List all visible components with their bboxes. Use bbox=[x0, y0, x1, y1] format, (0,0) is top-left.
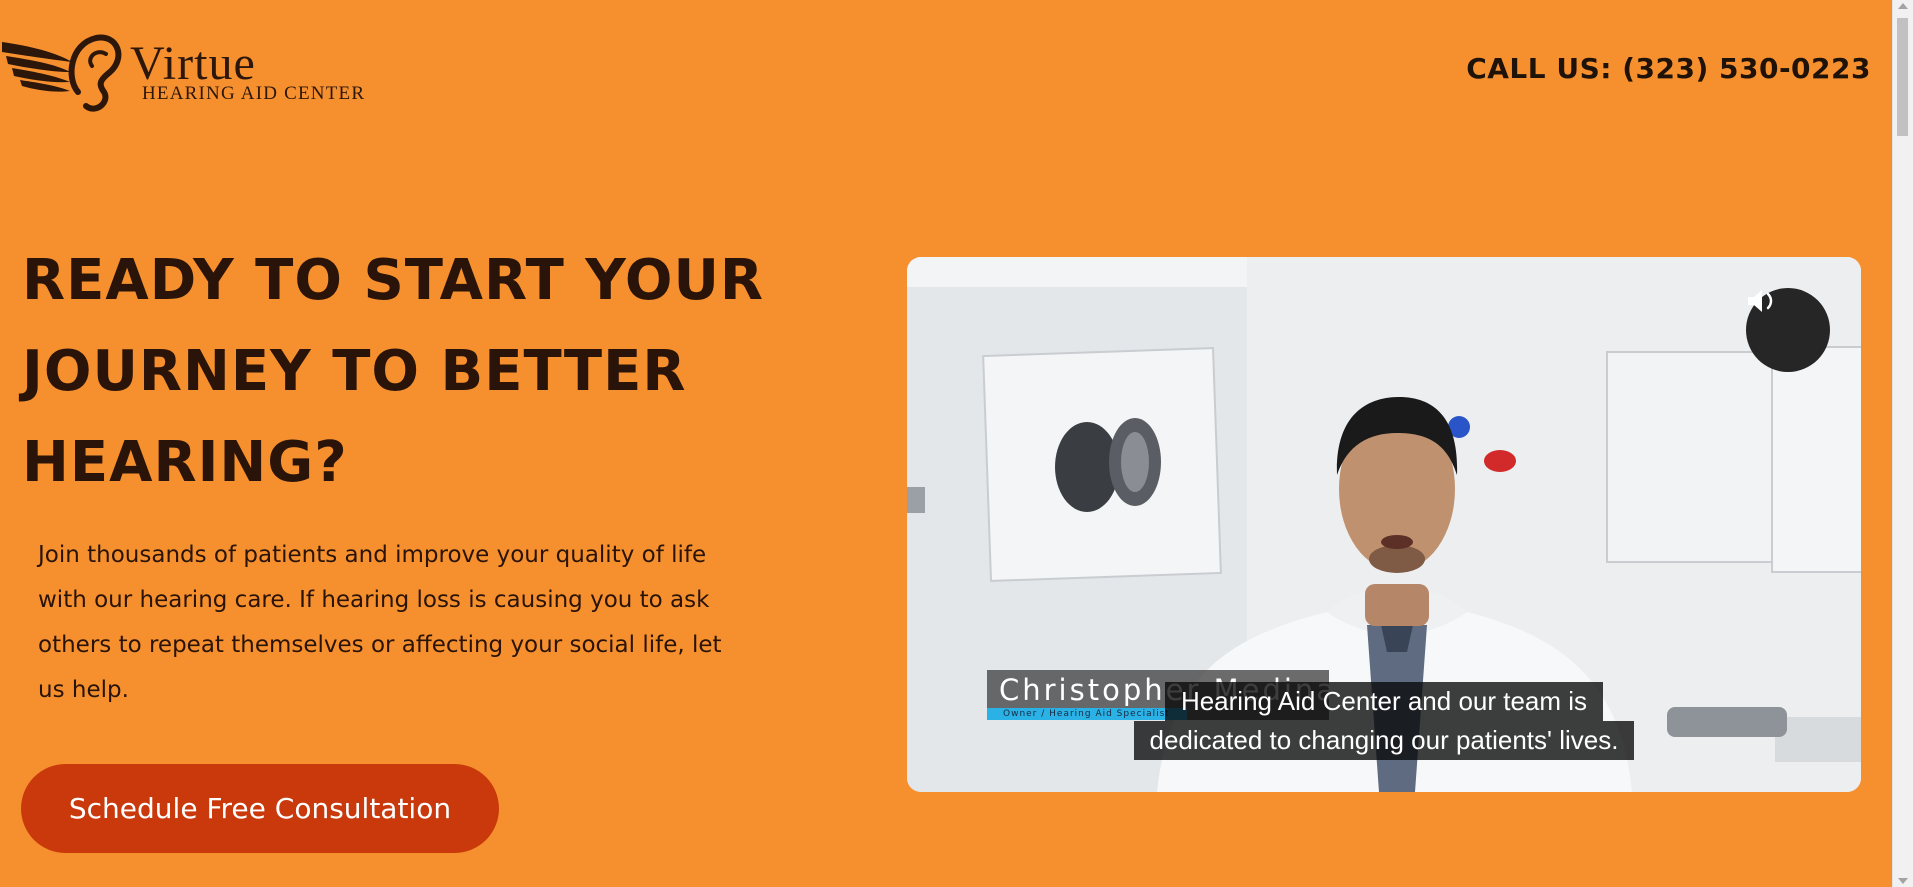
hero-intro-text: Join thousands of patients and improve y… bbox=[38, 533, 758, 713]
intro-video-player[interactable]: Christopher Medina Owner / Hearing Aid S… bbox=[907, 257, 1861, 792]
caption-line: Hearing Aid Center and our team is bbox=[1164, 682, 1604, 721]
headline-line: READY TO START YOUR bbox=[22, 248, 765, 313]
video-captions: Hearing Aid Center and our team is dedic… bbox=[907, 682, 1861, 760]
page-scrollbar[interactable] bbox=[1892, 0, 1913, 887]
logo-wordmark: Virtue bbox=[130, 37, 256, 90]
speaker-volume-icon bbox=[1748, 290, 1773, 312]
wing-ear-logo-icon bbox=[2, 34, 122, 112]
intro-line: others to repeat themselves or affecting… bbox=[38, 632, 722, 658]
intro-line: with our hearing care. If hearing loss i… bbox=[38, 587, 710, 613]
scroll-up-arrow-icon[interactable] bbox=[1898, 3, 1908, 9]
headline-line: JOURNEY TO BETTER bbox=[22, 339, 687, 404]
intro-line: us help. bbox=[38, 677, 129, 703]
landing-page: Virtue HEARING AID CENTER CALL US: (323)… bbox=[0, 0, 1893, 887]
intro-line: Join thousands of patients and improve y… bbox=[38, 542, 707, 568]
headline-line: HEARING? bbox=[22, 430, 348, 495]
schedule-consultation-button[interactable]: Schedule Free Consultation bbox=[21, 764, 499, 853]
call-us-phone[interactable]: CALL US: (323) 530-0223 bbox=[1466, 52, 1871, 85]
virtue-logo[interactable]: Virtue HEARING AID CENTER bbox=[0, 22, 380, 117]
mute-toggle-button[interactable] bbox=[1746, 288, 1830, 372]
hero-headline: READY TO START YOUR JOURNEY TO BETTER HE… bbox=[22, 235, 822, 508]
logo-subtitle: HEARING AID CENTER bbox=[142, 83, 366, 104]
caption-line: dedicated to changing our patients' live… bbox=[1133, 721, 1635, 760]
scroll-down-arrow-icon[interactable] bbox=[1898, 878, 1908, 884]
scrollbar-thumb[interactable] bbox=[1897, 18, 1908, 136]
